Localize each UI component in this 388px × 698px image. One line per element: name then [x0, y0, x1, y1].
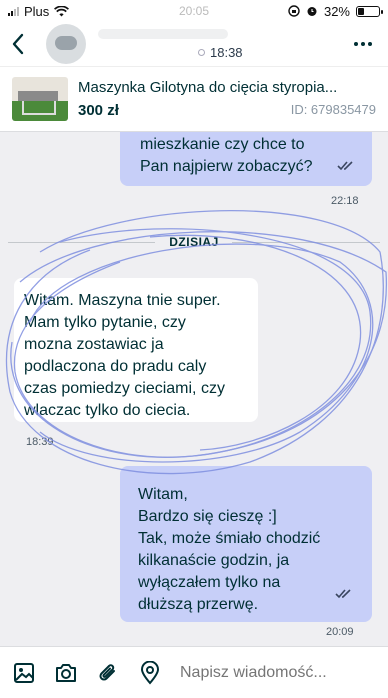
attach-button[interactable]	[94, 659, 122, 687]
message-line: Pan najpierw zobaczyć?	[140, 158, 313, 175]
listing-id: ID: 679835479	[290, 102, 376, 117]
message-time: 18:39	[26, 436, 54, 448]
image-icon	[14, 662, 34, 683]
message-bubble-outgoing[interactable]: mieszkanie czy chce to Pan najpierw zoba…	[120, 132, 372, 186]
message-line: Mam tylko pytanie, czy	[24, 314, 186, 331]
listing-thumbnail	[12, 77, 68, 121]
contact-name-redacted	[98, 28, 228, 39]
location-button[interactable]	[136, 659, 164, 687]
message-line: mozna zostawiac ja	[24, 336, 164, 353]
avatar[interactable]	[46, 24, 86, 64]
message-line: dłuższą przerwę.	[138, 596, 259, 613]
gallery-button[interactable]	[10, 659, 38, 687]
day-separator: DZISIAJ	[0, 232, 388, 252]
chevron-left-icon	[12, 33, 24, 55]
last-seen: 18:38	[98, 45, 243, 60]
message-time: 20:09	[326, 626, 354, 638]
listing-card[interactable]: Maszynka Gilotyna do cięcia styropia... …	[0, 66, 388, 132]
listing-info: Maszynka Gilotyna do cięcia styropia... …	[78, 79, 376, 119]
battery-fill	[358, 7, 365, 15]
message-line: wyłączałem tylko na	[138, 574, 281, 591]
battery-icon	[356, 5, 383, 17]
separator-line	[232, 242, 380, 243]
status-clock: 20:05	[178, 4, 210, 18]
listing-title: Maszynka Gilotyna do cięcia styropia...	[78, 79, 338, 96]
message-line: kilkanaście godzin, ja	[138, 552, 290, 569]
message-list[interactable]: mieszkanie czy chce to Pan najpierw zoba…	[0, 132, 388, 646]
status-dot-icon	[198, 48, 205, 56]
message-line: wlaczac tylko do ciecia.	[24, 402, 191, 419]
message-bubble-incoming[interactable]: Witam. Maszyna tnie super. Mam tylko pyt…	[14, 278, 258, 422]
chat-header: 18:38	[0, 22, 388, 66]
message-line: Witam. Maszyna tnie super.	[24, 292, 221, 309]
message-line: Bardzo się cieszę :]	[138, 508, 277, 525]
status-bar: Plus 20:05 32%	[0, 0, 388, 22]
message-line: mieszkanie czy chce to	[140, 136, 305, 153]
more-button[interactable]	[354, 42, 372, 46]
message-time: 22:18	[331, 195, 359, 207]
message-line: podlaczona do pradu caly	[24, 358, 207, 375]
message-input[interactable]	[178, 663, 388, 682]
message-line: Tak, może śmiało chodzić	[138, 530, 321, 547]
camera-icon	[56, 663, 76, 682]
header-info: 18:38	[98, 24, 243, 64]
double-check-icon	[335, 589, 351, 599]
back-button[interactable]	[2, 22, 34, 66]
last-seen-time: 18:38	[210, 44, 243, 60]
message-line: Witam,	[138, 486, 188, 503]
location-pin-icon	[140, 660, 160, 685]
double-check-icon	[337, 161, 353, 171]
camera-button[interactable]	[52, 659, 80, 687]
listing-price: 300 zł	[78, 102, 119, 119]
paperclip-icon	[99, 663, 115, 681]
message-composer	[0, 646, 388, 698]
more-dots-icon	[354, 42, 358, 46]
message-line: czas pomiedzy cieciami, czy	[24, 380, 225, 397]
listing-row: 300 zł ID: 679835479	[78, 102, 376, 119]
